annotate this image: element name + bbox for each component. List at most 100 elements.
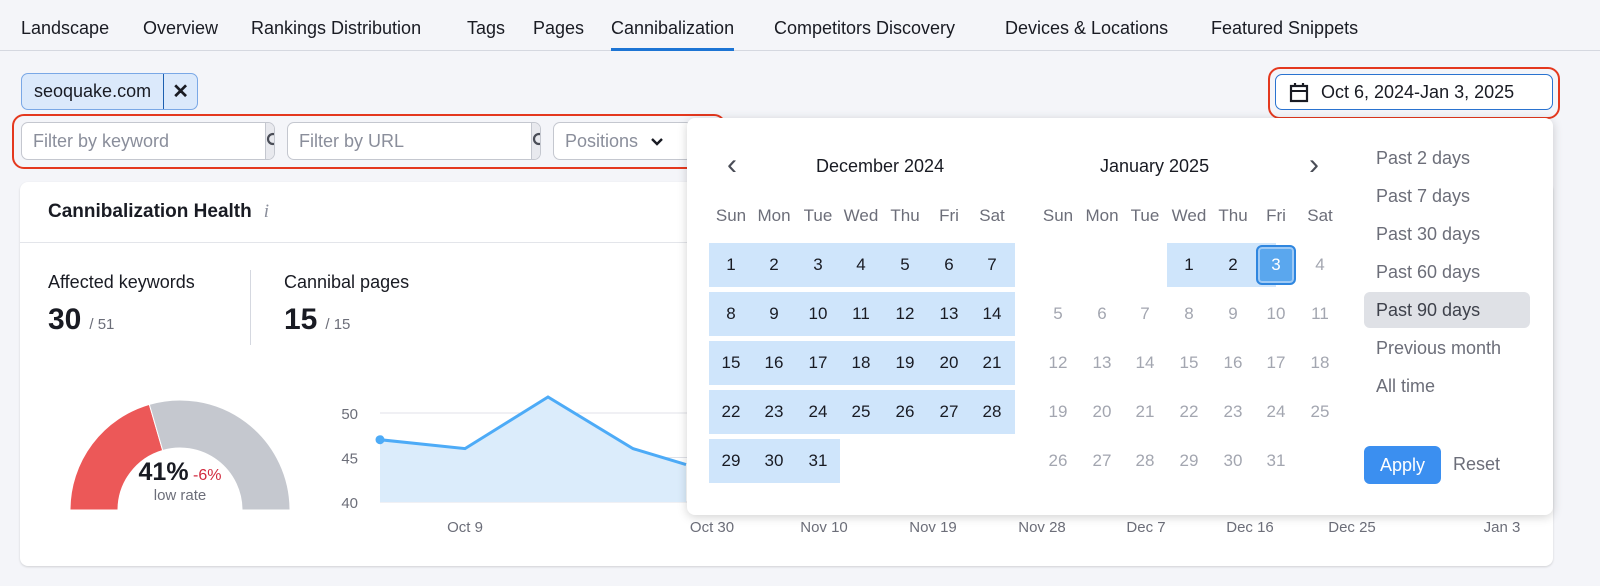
data-point[interactable] — [375, 435, 385, 445]
calendar-day[interactable]: 8 — [1184, 304, 1193, 324]
weekday-label: Mon — [1085, 206, 1119, 225]
calendar-day[interactable]: 4 — [1315, 255, 1324, 275]
calendar-day[interactable]: 1 — [726, 255, 735, 275]
tab-featured-snippets[interactable]: Featured Snippets — [1211, 18, 1358, 39]
calendar-day[interactable]: 6 — [1097, 304, 1106, 324]
calendar-day[interactable]: 8 — [726, 304, 735, 324]
calendar-day[interactable]: 14 — [1136, 353, 1155, 373]
reset-button[interactable]: Reset — [1453, 454, 1500, 475]
calendar-day[interactable]: 22 — [1180, 402, 1199, 422]
tab-cannibalization[interactable]: Cannibalization — [611, 18, 735, 51]
apply-button[interactable]: Apply — [1364, 446, 1441, 484]
calendar-day[interactable]: 26 — [896, 402, 915, 422]
tab-pages[interactable]: Pages — [533, 18, 584, 39]
preset-past-7-days[interactable]: Past 7 days — [1364, 178, 1530, 214]
selected-day[interactable]: 3 — [1256, 245, 1296, 285]
calendar-day[interactable]: 14 — [983, 304, 1002, 324]
tab-devices-locations[interactable]: Devices & Locations — [1005, 18, 1168, 39]
calendar-day[interactable]: 29 — [1180, 451, 1199, 471]
tab-rankings-distribution[interactable]: Rankings Distribution — [251, 18, 421, 39]
close-icon[interactable]: ✕ — [163, 74, 197, 109]
calendar-day[interactable]: 10 — [1267, 304, 1286, 324]
calendar-day[interactable]: 2 — [769, 255, 778, 275]
calendar-day[interactable]: 23 — [1224, 402, 1243, 422]
tab-competitors-discovery[interactable]: Competitors Discovery — [774, 18, 955, 39]
calendar-day[interactable]: 24 — [809, 402, 828, 422]
calendar-day[interactable]: 12 — [1049, 353, 1068, 373]
calendar-day[interactable]: 30 — [1224, 451, 1243, 471]
positions-dropdown[interactable]: Positions — [553, 122, 693, 160]
calendar-day[interactable]: 2 — [1228, 255, 1237, 275]
weekday-label: Fri — [1266, 206, 1286, 225]
calendar-day[interactable]: 1 — [1184, 255, 1193, 275]
preset-past-60-days[interactable]: Past 60 days — [1364, 254, 1530, 290]
calendar-day[interactable]: 24 — [1267, 402, 1286, 422]
calendar-day[interactable]: 25 — [852, 402, 871, 422]
domain-chip-label: seoquake.com — [34, 81, 152, 101]
preset-previous-month[interactable]: Previous month — [1364, 330, 1530, 366]
preset-past-90-days[interactable]: Past 90 days — [1364, 292, 1530, 328]
x-tick-label: Nov 10 — [800, 519, 848, 536]
calendar-day[interactable]: 17 — [809, 353, 828, 373]
y-tick-label: 45 — [341, 451, 358, 468]
calendar-day[interactable]: 19 — [896, 353, 915, 373]
chevron-left-icon[interactable]: ‹ — [727, 148, 737, 182]
preset-all-time[interactable]: All time — [1364, 368, 1530, 404]
calendar-day[interactable]: 9 — [769, 304, 778, 324]
calendar-icon — [1289, 82, 1309, 103]
calendar-day[interactable]: 6 — [944, 255, 953, 275]
x-tick-label: Dec 7 — [1126, 519, 1165, 536]
calendar-day[interactable]: 31 — [809, 451, 828, 471]
calendar-day[interactable]: 13 — [940, 304, 959, 324]
keyword-filter-input[interactable] — [22, 123, 265, 159]
calendar-day[interactable]: 16 — [1224, 353, 1243, 373]
calendar-day[interactable]: 15 — [1180, 353, 1199, 373]
calendar-day[interactable]: 10 — [809, 304, 828, 324]
calendar-day[interactable]: 15 — [722, 353, 741, 373]
calendar-day[interactable]: 7 — [987, 255, 996, 275]
x-tick-label: Nov 28 — [1018, 519, 1066, 536]
calendar-day[interactable]: 20 — [1093, 402, 1112, 422]
calendar-day[interactable]: 21 — [1136, 402, 1155, 422]
calendar-day[interactable]: 9 — [1228, 304, 1237, 324]
calendar-day[interactable]: 18 — [852, 353, 871, 373]
calendar-day[interactable]: 5 — [1053, 304, 1062, 324]
calendar-day[interactable]: 30 — [765, 451, 784, 471]
preset-past-2-days[interactable]: Past 2 days — [1364, 140, 1530, 176]
calendar-day[interactable]: 3 — [813, 255, 822, 275]
date-range-button[interactable]: Oct 6, 2024-Jan 3, 2025 — [1275, 74, 1553, 110]
calendar-day[interactable]: 11 — [852, 304, 870, 324]
date-picker-popup: ‹ › December 2024 January 2025 Apply Res… — [687, 118, 1553, 515]
calendar-day[interactable]: 29 — [722, 451, 741, 471]
calendar-day[interactable]: 31 — [1267, 451, 1286, 471]
tab-landscape[interactable]: Landscape — [21, 18, 109, 39]
calendar-day[interactable]: 28 — [983, 402, 1002, 422]
search-icon[interactable] — [265, 123, 274, 159]
calendar-day[interactable]: 19 — [1049, 402, 1068, 422]
calendar-day[interactable]: 23 — [765, 402, 784, 422]
calendar-day[interactable]: 7 — [1140, 304, 1149, 324]
tab-tags[interactable]: Tags — [467, 18, 505, 39]
calendar-day[interactable]: 11 — [1311, 304, 1329, 324]
calendar-day[interactable]: 21 — [983, 353, 1002, 373]
calendar-day[interactable]: 16 — [765, 353, 784, 373]
calendar-day[interactable]: 25 — [1311, 402, 1330, 422]
chevron-right-icon[interactable]: › — [1309, 148, 1319, 182]
calendar-day[interactable]: 17 — [1267, 353, 1286, 373]
tab-overview[interactable]: Overview — [143, 18, 218, 39]
calendar-day[interactable]: 27 — [940, 402, 959, 422]
calendar-day[interactable]: 27 — [1093, 451, 1112, 471]
weekday-label: Thu — [1218, 206, 1248, 225]
url-filter-input[interactable] — [288, 123, 531, 159]
calendar-day[interactable]: 13 — [1093, 353, 1112, 373]
calendar-day[interactable]: 26 — [1049, 451, 1068, 471]
search-icon[interactable] — [531, 123, 540, 159]
calendar-day[interactable]: 28 — [1136, 451, 1155, 471]
preset-past-30-days[interactable]: Past 30 days — [1364, 216, 1530, 252]
calendar-day[interactable]: 20 — [940, 353, 959, 373]
calendar-day[interactable]: 22 — [722, 402, 741, 422]
calendar-day[interactable]: 4 — [856, 255, 865, 275]
calendar-day[interactable]: 5 — [900, 255, 909, 275]
calendar-day[interactable]: 18 — [1311, 353, 1330, 373]
calendar-day[interactable]: 12 — [896, 304, 915, 324]
